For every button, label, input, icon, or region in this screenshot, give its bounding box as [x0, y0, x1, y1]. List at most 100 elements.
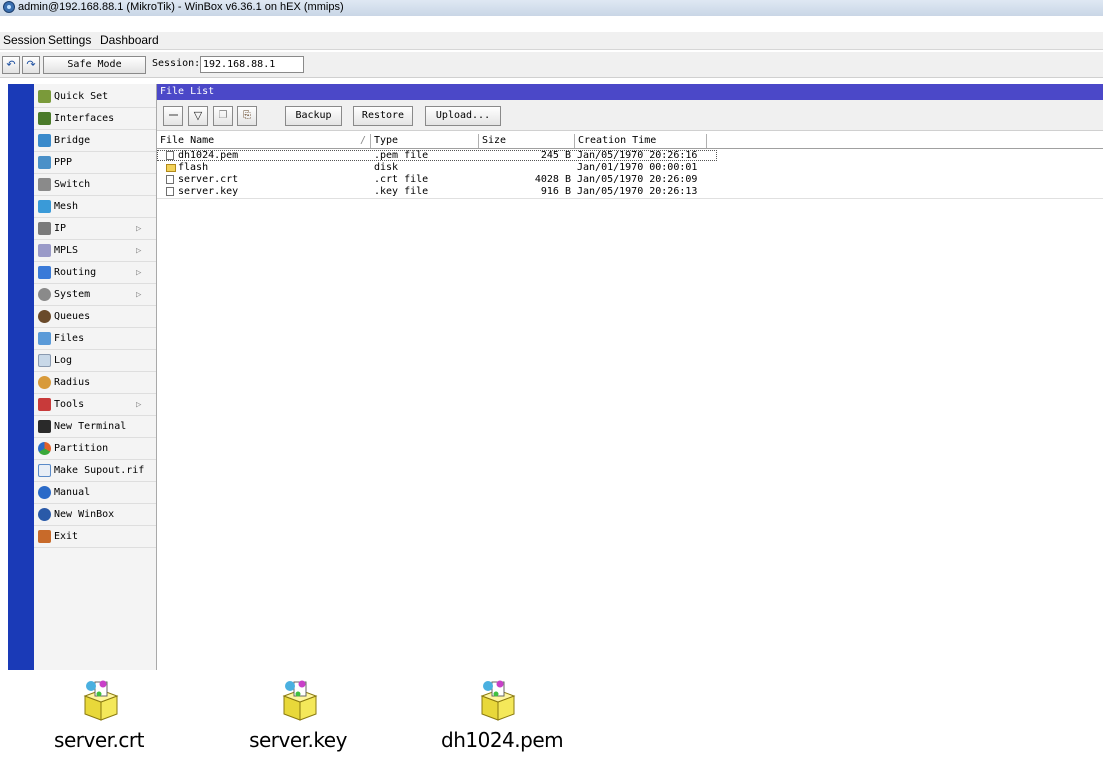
cell-size: 245 B: [540, 150, 571, 161]
package-icon: [83, 680, 119, 721]
backup-button[interactable]: Backup: [285, 106, 342, 126]
sidebar-item-system[interactable]: System ▷: [34, 284, 156, 306]
package-icon: [282, 680, 318, 721]
sidebar-item-manual[interactable]: Manual: [34, 482, 156, 504]
ip-icon: [38, 222, 51, 235]
desktop-icon-server-crt[interactable]: server.crt: [44, 672, 154, 769]
cell-type: .key file: [374, 186, 429, 197]
file-list-title: File List: [157, 84, 1103, 100]
sidebar-item-quick-set[interactable]: Quick Set: [34, 86, 156, 108]
filter-button[interactable]: ▽: [188, 106, 208, 126]
title-bar: admin@192.168.88.1 (MikroTik) - WinBox v…: [0, 0, 1103, 16]
winbox-icon: [38, 508, 51, 521]
main-toolbar: ↶ ↷ Safe Mode Session: 192.168.88.1: [0, 52, 1103, 78]
sidebar-item-label: Switch: [54, 179, 91, 190]
sidebar-menu: Quick Set Interfaces Bridge PPP Switch M…: [34, 84, 157, 670]
table-row[interactable]: server.crt .crt file 4028 B Jan/05/1970 …: [157, 174, 717, 185]
switch-icon: [38, 178, 51, 191]
sidebar-item-label: Make Supout.rif: [54, 465, 145, 476]
cell-type: disk: [374, 162, 399, 173]
desktop-icon-server-key[interactable]: server.key: [243, 672, 353, 769]
menu-session[interactable]: Session: [3, 33, 46, 47]
sidebar-item-queues[interactable]: Queues: [34, 306, 156, 328]
sidebar-item-make-supout[interactable]: Make Supout.rif: [34, 460, 156, 482]
row-divider: [157, 198, 1103, 199]
quick-set-icon: [38, 90, 51, 103]
column-creation-time[interactable]: Creation Time: [575, 134, 707, 148]
remove-button[interactable]: [163, 106, 183, 126]
undo-button[interactable]: ↶: [2, 56, 20, 74]
partition-icon: [38, 442, 51, 455]
sidebar-item-partition[interactable]: Partition: [34, 438, 156, 460]
column-type[interactable]: Type: [371, 134, 479, 148]
sidebar-item-label: Log: [54, 355, 73, 366]
sidebar-item-mesh[interactable]: Mesh: [34, 196, 156, 218]
sidebar-item-mpls[interactable]: MPLS ▷: [34, 240, 156, 262]
cell-file-name: server.key: [178, 186, 239, 197]
restore-button[interactable]: Restore: [353, 106, 413, 126]
folder-icon: [166, 164, 176, 172]
tools-icon: [38, 398, 51, 411]
system-icon: [38, 288, 51, 301]
sidebar-item-tools[interactable]: Tools ▷: [34, 394, 156, 416]
column-size[interactable]: Size: [479, 134, 575, 148]
cell-creation-time: Jan/05/1970 20:26:16: [577, 150, 698, 161]
sidebar-item-log[interactable]: Log: [34, 350, 156, 372]
menu-settings[interactable]: Settings: [48, 33, 91, 47]
winbox-logo-icon: [3, 1, 15, 13]
sidebar-item-interfaces[interactable]: Interfaces: [34, 108, 156, 130]
sidebar-item-ip[interactable]: IP ▷: [34, 218, 156, 240]
table-header: File Name / Type Size Creation Time: [157, 134, 1103, 149]
session-field[interactable]: 192.168.88.1: [200, 56, 304, 73]
filter-icon: ▽: [193, 109, 203, 122]
queues-icon: [38, 310, 51, 323]
file-icon: [166, 151, 174, 160]
sidebar-item-label: Files: [54, 333, 85, 344]
files-icon: [38, 332, 51, 345]
paste-button[interactable]: ⎘: [237, 106, 257, 126]
submenu-arrow-icon: ▷: [136, 224, 142, 234]
sidebar-item-exit[interactable]: Exit: [34, 526, 156, 548]
sidebar-item-routing[interactable]: Routing ▷: [34, 262, 156, 284]
ppp-icon: [38, 156, 51, 169]
paste-icon: ⎘: [243, 110, 251, 121]
safe-mode-button[interactable]: Safe Mode: [43, 56, 146, 74]
sidebar-item-new-winbox[interactable]: New WinBox: [34, 504, 156, 526]
sidebar-item-label: Queues: [54, 311, 91, 322]
sidebar-item-label: Bridge: [54, 135, 91, 146]
exit-icon: [38, 530, 51, 543]
sidebar-item-bridge[interactable]: Bridge: [34, 130, 156, 152]
mpls-icon: [38, 244, 51, 257]
upload-button[interactable]: Upload...: [425, 106, 501, 126]
sidebar-item-radius[interactable]: Radius: [34, 372, 156, 394]
sidebar-item-new-terminal[interactable]: New Terminal: [34, 416, 156, 438]
cell-creation-time: Jan/05/1970 20:26:13: [577, 186, 698, 197]
cell-file-name: server.crt: [178, 174, 239, 185]
redo-button[interactable]: ↷: [22, 56, 40, 74]
copy-icon: ❐: [218, 110, 228, 121]
package-icon: [480, 680, 516, 721]
menu-bar: Session Settings Dashboard: [0, 32, 1103, 50]
sidebar-item-label: New Terminal: [54, 421, 127, 432]
sidebar-item-switch[interactable]: Switch: [34, 174, 156, 196]
sidebar-item-label: Mesh: [54, 201, 79, 212]
desktop-icon-label: server.crt: [54, 728, 144, 752]
menu-dashboard[interactable]: Dashboard: [100, 33, 159, 47]
sidebar-item-ppp[interactable]: PPP: [34, 152, 156, 174]
sidebar-item-label: Interfaces: [54, 113, 115, 124]
cell-type: .pem file: [374, 150, 429, 161]
sidebar-item-label: MPLS: [54, 245, 79, 256]
table-row[interactable]: dh1024.pem .pem file 245 B Jan/05/1970 2…: [157, 150, 717, 161]
desktop-icon-dh1024-pem[interactable]: dh1024.pem: [441, 672, 564, 769]
submenu-arrow-icon: ▷: [136, 400, 142, 410]
sidebar-item-label: Tools: [54, 399, 85, 410]
column-file-name[interactable]: File Name /: [157, 134, 371, 148]
sidebar-item-label: Manual: [54, 487, 91, 498]
file-icon: [166, 187, 174, 196]
table-row[interactable]: server.key .key file 916 B Jan/05/1970 2…: [157, 186, 717, 197]
copy-button[interactable]: ❐: [213, 106, 233, 126]
sidebar-item-label: PPP: [54, 157, 73, 168]
interfaces-icon: [38, 112, 51, 125]
sidebar-item-files[interactable]: Files: [34, 328, 156, 350]
table-row[interactable]: flash disk Jan/01/1970 00:00:01: [157, 162, 717, 173]
